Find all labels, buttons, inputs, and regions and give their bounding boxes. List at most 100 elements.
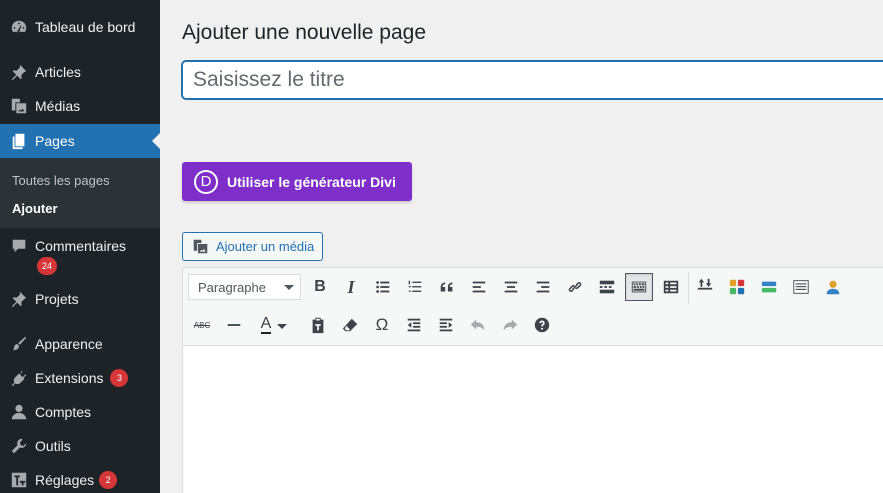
clear-format-button[interactable] [336, 311, 364, 339]
sidebar-item-dashboard[interactable]: Tableau de bord [0, 10, 160, 44]
page-title: Ajouter une nouvelle page [182, 21, 427, 44]
text-block-button[interactable] [787, 273, 815, 301]
redo-icon [503, 319, 518, 331]
title-input[interactable] [182, 61, 883, 99]
sidebar-item-label: Outils [35, 438, 71, 454]
color-modules-icon [729, 279, 745, 295]
divi-logo-icon: D [194, 169, 218, 194]
sidebar-item-settings[interactable]: Réglages 2 [0, 463, 160, 493]
divi-library-button[interactable] [755, 273, 783, 301]
sidebar-item-accounts[interactable]: Comptes [0, 395, 160, 429]
strikethrough-button[interactable]: ABC [188, 311, 216, 339]
sidebar-item-extensions[interactable]: Extensions 3 [0, 361, 160, 395]
numbered-list-icon [408, 280, 422, 292]
horizontal-line-button[interactable] [220, 311, 248, 339]
sidebar-item-label: Commentaires [35, 238, 127, 254]
table-button[interactable] [657, 273, 685, 301]
blockquote-button[interactable] [433, 273, 461, 301]
toolbar-toggle-button[interactable] [625, 273, 653, 301]
sidebar-item-label: Tableau de bord [35, 19, 136, 35]
italic-icon: I [347, 276, 355, 297]
sidebar-item-articles[interactable]: Articles [0, 55, 160, 89]
bullet-list-button[interactable] [369, 273, 397, 301]
bold-icon: B [314, 278, 326, 295]
strikethrough-icon: ABC [193, 320, 211, 330]
pin-icon [0, 290, 36, 308]
user-icon [0, 403, 36, 421]
color-modules-button[interactable] [723, 273, 751, 301]
align-left-icon [472, 281, 486, 293]
add-media-button[interactable]: Ajouter un média [182, 232, 323, 261]
clear-format-icon [342, 318, 358, 332]
sidebar-item-pages[interactable]: Pages [0, 124, 160, 158]
align-right-button[interactable] [529, 273, 557, 301]
format-select[interactable]: Paragraphe [188, 274, 301, 300]
special-char-button[interactable]: Ω [368, 311, 396, 339]
divi-button-label: Utiliser le générateur Divi [227, 173, 396, 190]
align-right-icon [536, 281, 550, 293]
divi-library-icon [761, 281, 777, 293]
comment-icon [0, 237, 36, 255]
editor-toolbar: Paragraphe B I ABC A Ω [183, 268, 883, 346]
table-icon [663, 280, 679, 294]
plugin-icon [0, 369, 36, 387]
submenu-add-page[interactable]: Ajouter [12, 201, 58, 216]
extensions-count-badge: 3 [110, 369, 129, 387]
sidebar-item-label: Extensions [35, 370, 104, 386]
horizontal-line-icon [227, 324, 241, 326]
user-block-icon [826, 280, 840, 295]
blockquote-icon [440, 282, 453, 292]
format-select-value: Paragraphe [198, 279, 266, 295]
link-button[interactable] [561, 273, 589, 301]
add-media-label: Ajouter un média [216, 239, 315, 254]
link-icon [568, 282, 582, 292]
sidebar-item-projects[interactable]: Projets [0, 282, 160, 316]
help-icon [534, 317, 550, 333]
media-icon [193, 239, 208, 254]
divi-layout-button[interactable] [691, 272, 719, 300]
settings-icon [0, 471, 36, 489]
divi-builder-button[interactable]: D Utiliser le générateur Divi [182, 162, 412, 201]
chevron-down-icon [284, 285, 294, 290]
sidebar-item-label: Articles [35, 64, 81, 80]
outdent-button[interactable] [400, 311, 428, 339]
sidebar-item-medias[interactable]: Médias [0, 89, 160, 123]
text-color-dropdown[interactable] [274, 311, 290, 339]
align-center-button[interactable] [497, 273, 525, 301]
italic-button[interactable]: I [337, 273, 365, 301]
sidebar-item-label: Médias [35, 98, 81, 114]
indent-button[interactable] [432, 311, 460, 339]
toolbar-toggle-icon [631, 281, 647, 293]
text-color-icon: A [260, 315, 272, 334]
wrench-icon [0, 437, 36, 455]
sidebar-item-label: Pages [35, 133, 75, 149]
undo-button[interactable] [464, 311, 492, 339]
special-char-icon: Ω [375, 315, 389, 334]
submenu-all-pages[interactable]: Toutes les pages [12, 173, 110, 188]
read-more-button[interactable] [593, 273, 621, 301]
divi-layout-icon [697, 278, 713, 290]
undo-icon [470, 319, 485, 331]
indent-icon [439, 318, 453, 332]
sidebar-item-appearance[interactable]: Apparence [0, 327, 160, 361]
sidebar-item-label: Apparence [35, 336, 103, 352]
admin-sidebar: Tableau de bord Articles Médias Pages To… [0, 0, 160, 493]
redo-button[interactable] [496, 311, 524, 339]
pages-submenu: Toutes les pages Ajouter [0, 158, 160, 228]
dashboard-icon [0, 18, 36, 36]
text-block-icon [793, 280, 809, 294]
paste-text-button[interactable] [304, 311, 332, 339]
media-icon [0, 97, 36, 115]
bold-button[interactable]: B [306, 273, 334, 301]
sidebar-item-tools[interactable]: Outils [0, 429, 160, 463]
sidebar-item-label: Comptes [35, 404, 92, 420]
read-more-icon [599, 280, 615, 294]
numbered-list-button[interactable] [401, 273, 429, 301]
align-left-button[interactable] [465, 273, 493, 301]
user-block-button[interactable] [819, 273, 847, 301]
paste-text-icon [312, 317, 324, 334]
help-button[interactable] [528, 311, 556, 339]
sidebar-item-comments[interactable]: Commentaires [0, 229, 160, 263]
settings-count-badge: 2 [99, 471, 118, 489]
bullet-list-icon [376, 281, 390, 293]
